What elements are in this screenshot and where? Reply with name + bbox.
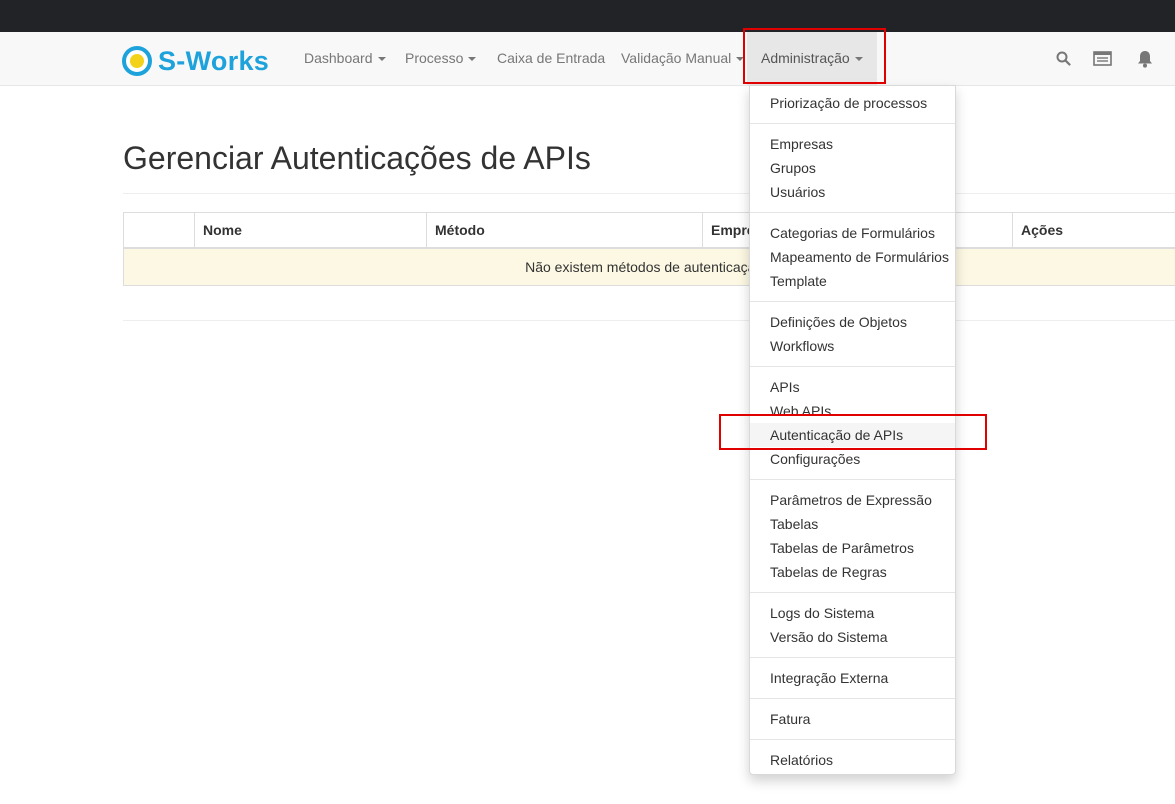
menu-item-priorizacao-de-processos[interactable]: Priorização de processos <box>750 91 955 115</box>
table-header-row: Nome Método Empre Ações <box>123 212 1175 249</box>
menu-item-integracao-externa[interactable]: Integração Externa <box>750 666 955 690</box>
menu-item-apis[interactable]: APIs <box>750 375 955 399</box>
caret-down-icon <box>854 57 863 62</box>
brand-name: S-Works <box>158 46 270 76</box>
menu-item-empresas[interactable]: Empresas <box>750 132 955 156</box>
bell-icon[interactable] <box>1137 32 1153 85</box>
logo-icon <box>122 46 152 76</box>
menu-item-fatura[interactable]: Fatura <box>750 707 955 731</box>
menu-divider <box>750 657 955 658</box>
menu-item-categorias-de-formularios[interactable]: Categorias de Formulários <box>750 221 955 245</box>
table-row: Não existem métodos de autenticação ca <box>123 247 1175 286</box>
caret-down-icon <box>736 57 745 62</box>
menu-divider <box>750 123 955 124</box>
main-navbar: S-Works Dashboard Processo Caixa de Entr… <box>0 32 1175 86</box>
page-title: Gerenciar Autenticações de APIs <box>123 140 591 176</box>
empty-table-message: Não existem métodos de autenticação ca <box>123 247 1175 286</box>
column-header-acoes: Ações <box>1012 212 1175 249</box>
menu-item-logs-do-sistema[interactable]: Logs do Sistema <box>750 601 955 625</box>
menu-item-tabelas-de-regras[interactable]: Tabelas de Regras <box>750 560 955 584</box>
nav-caixa-de-entrada-label: Caixa de Entrada <box>497 50 606 66</box>
column-header-metodo[interactable]: Método <box>426 212 703 249</box>
menu-divider <box>750 698 955 699</box>
brand-logo[interactable]: S-Works <box>122 46 269 76</box>
caret-down-icon <box>468 57 477 62</box>
menu-item-versao-do-sistema[interactable]: Versão do Sistema <box>750 625 955 649</box>
menu-divider <box>750 592 955 593</box>
nav-processo-label: Processo <box>405 50 464 66</box>
nav-administracao-label: Administração <box>761 50 850 66</box>
nav-dashboard-label: Dashboard <box>304 50 373 66</box>
menu-item-workflows[interactable]: Workflows <box>750 334 955 358</box>
caret-down-icon <box>377 57 386 62</box>
menu-divider <box>750 366 955 367</box>
menu-item-mapeamento-de-formularios[interactable]: Mapeamento de Formulários <box>750 245 955 269</box>
menu-item-autenticacao-de-apis[interactable]: Autenticação de APIs <box>750 423 955 447</box>
browser-top-bar <box>0 0 1175 32</box>
menu-divider <box>750 212 955 213</box>
column-header-select <box>123 212 195 249</box>
auth-methods-table: Nome Método Empre Ações Não existem méto… <box>123 212 1175 286</box>
inbox-icon[interactable] <box>1093 32 1112 85</box>
menu-item-tabelas-de-parametros[interactable]: Tabelas de Parâmetros <box>750 536 955 560</box>
search-icon[interactable] <box>1056 32 1071 85</box>
menu-item-template[interactable]: Template <box>750 269 955 293</box>
nav-caixa-de-entrada[interactable]: Caixa de Entrada <box>497 32 605 85</box>
administracao-dropdown-menu: Priorização de processos Empresas Grupos Us… <box>749 85 956 775</box>
nav-processo[interactable]: Processo <box>405 32 477 85</box>
menu-item-definicoes-de-objetos[interactable]: Definições de Objetos <box>750 310 955 334</box>
menu-divider <box>750 479 955 480</box>
menu-divider <box>750 739 955 740</box>
nav-validacao-manual-label: Validação Manual <box>621 50 732 66</box>
menu-item-relatorios[interactable]: Relatórios <box>750 748 955 772</box>
menu-item-web-apis[interactable]: Web APIs <box>750 399 955 423</box>
nav-dashboard[interactable]: Dashboard <box>304 32 386 85</box>
nav-validacao-manual[interactable]: Validação Manual <box>621 32 745 85</box>
menu-item-grupos[interactable]: Grupos <box>750 156 955 180</box>
column-header-nome[interactable]: Nome <box>194 212 427 249</box>
menu-divider <box>750 301 955 302</box>
title-divider <box>123 193 1175 194</box>
nav-administracao[interactable]: Administração <box>747 32 877 85</box>
menu-item-usuarios[interactable]: Usuários <box>750 180 955 204</box>
menu-item-parametros-de-expressao[interactable]: Parâmetros de Expressão <box>750 488 955 512</box>
menu-item-configuracoes[interactable]: Configurações <box>750 447 955 471</box>
content-divider <box>123 320 1175 321</box>
menu-item-tabelas[interactable]: Tabelas <box>750 512 955 536</box>
